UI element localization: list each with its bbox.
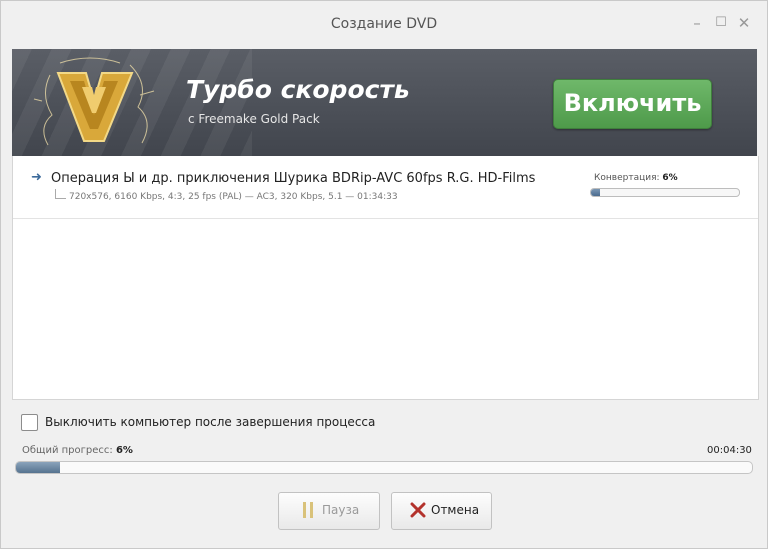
overall-progress-percent: 6% bbox=[115, 445, 133, 456]
overall-progress-label: Общий прогресс: bbox=[22, 445, 113, 456]
window-title: Создание DVD bbox=[330, 16, 438, 32]
minimize-icon[interactable]: – bbox=[687, 13, 707, 33]
freemake-gold-logo-icon bbox=[33, 57, 155, 146]
conversion-percent: 6% bbox=[662, 173, 678, 183]
close-icon[interactable]: ✕ bbox=[734, 13, 754, 33]
cancel-x-icon bbox=[410, 502, 426, 518]
overall-progress-bar bbox=[15, 461, 753, 474]
maximize-icon[interactable]: ☐ bbox=[711, 13, 731, 33]
pause-button[interactable]: Пауза bbox=[278, 492, 380, 530]
list-item[interactable]: ➜ Операция Ы и др. приключения Шурика BD… bbox=[13, 156, 758, 219]
file-details: 720x576, 6160 Kbps, 4:3, 25 fps (PAL) — … bbox=[69, 192, 398, 202]
banner-subtitle: с Freemake Gold Pack bbox=[188, 112, 320, 126]
overall-progress-fill bbox=[16, 462, 61, 473]
file-name: Операция Ы и др. приключения Шурика BDRi… bbox=[51, 171, 536, 186]
banner-title: Турбо скорость bbox=[186, 75, 410, 104]
pause-icon bbox=[303, 502, 313, 518]
tree-connector bbox=[55, 189, 66, 199]
dvd-creation-window: Создание DVD – ☐ ✕ Турбо скорость с Free… bbox=[0, 0, 768, 549]
enable-turbo-button[interactable]: Включить bbox=[553, 79, 712, 129]
time-remaining: 00:04:30 bbox=[707, 445, 752, 456]
shutdown-checkbox[interactable] bbox=[21, 414, 38, 431]
conversion-progress-bar bbox=[590, 188, 740, 197]
gold-pack-banner[interactable]: Турбо скорость с Freemake Gold Pack Вклю… bbox=[12, 49, 757, 156]
arrow-right-icon: ➜ bbox=[31, 170, 42, 185]
cancel-button[interactable]: Отмена bbox=[391, 492, 492, 530]
overall-progress-text: Общий прогресс: 6% bbox=[22, 445, 133, 456]
shutdown-label[interactable]: Выключить компьютер после завершения про… bbox=[45, 415, 375, 429]
cancel-label: Отмена bbox=[431, 503, 480, 517]
conversion-status: Конвертация: 6% bbox=[594, 173, 678, 183]
pause-label: Пауза bbox=[322, 503, 360, 517]
file-list: ➜ Операция Ы и др. приключения Шурика BD… bbox=[12, 156, 759, 400]
conversion-status-label: Конвертация: bbox=[594, 173, 660, 183]
conversion-progress-fill bbox=[591, 189, 600, 196]
title-bar[interactable]: Создание DVD – ☐ ✕ bbox=[1, 1, 767, 49]
